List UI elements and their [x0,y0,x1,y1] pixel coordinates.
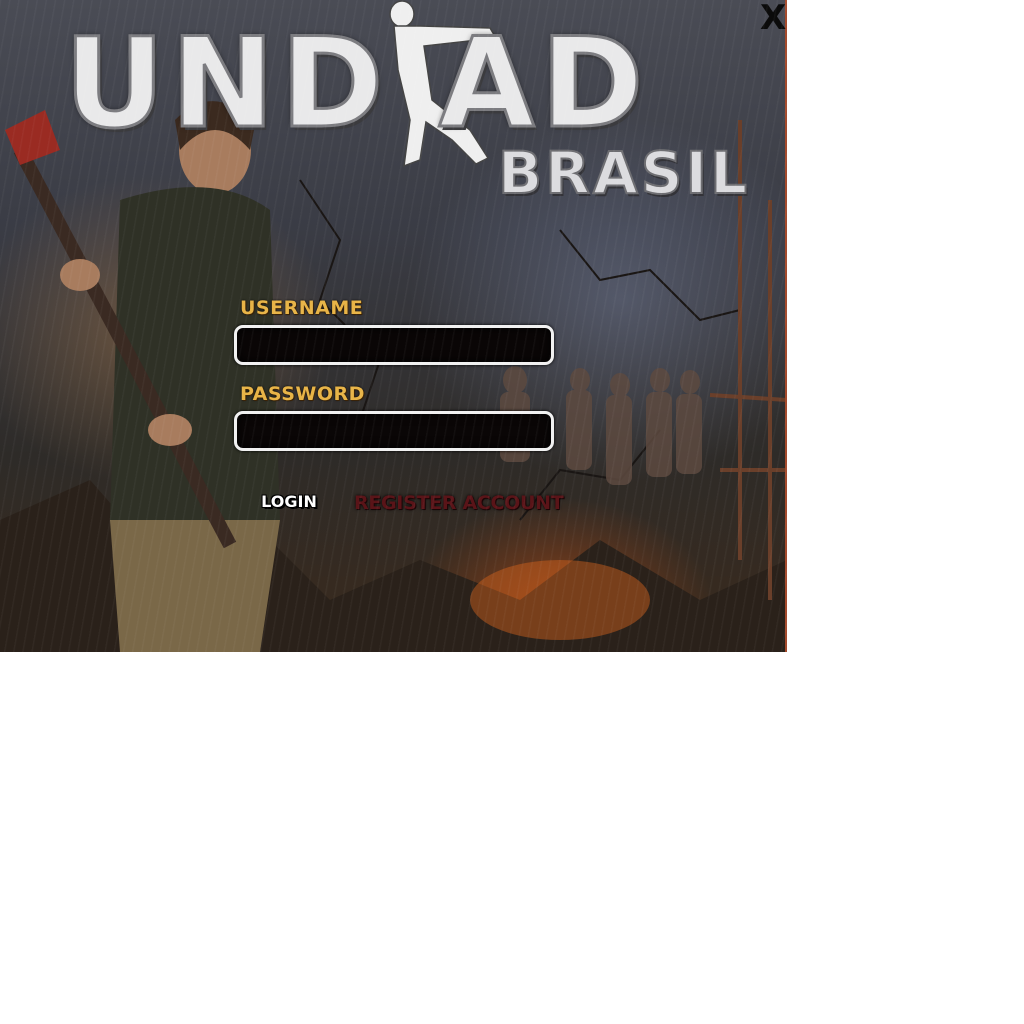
password-input[interactable] [237,414,551,448]
launcher-window: UND AD BRASIL X USERNAME PASSWORD LOGIN … [0,0,787,652]
password-field-frame [234,411,554,451]
window-edge [785,0,787,652]
password-label: PASSWORD [240,383,365,405]
close-button[interactable]: X [760,0,786,38]
login-button[interactable]: LOGIN [256,489,322,515]
username-label: USERNAME [240,297,364,319]
username-field-frame [234,325,554,365]
username-input[interactable] [237,328,551,362]
fire-glow [470,560,650,640]
crack-line [559,229,741,322]
logo-subtitle: BRASIL [497,139,751,207]
register-account-button[interactable]: REGISTER ACCOUNT [354,489,564,517]
logo-title: UND AD [62,12,650,156]
